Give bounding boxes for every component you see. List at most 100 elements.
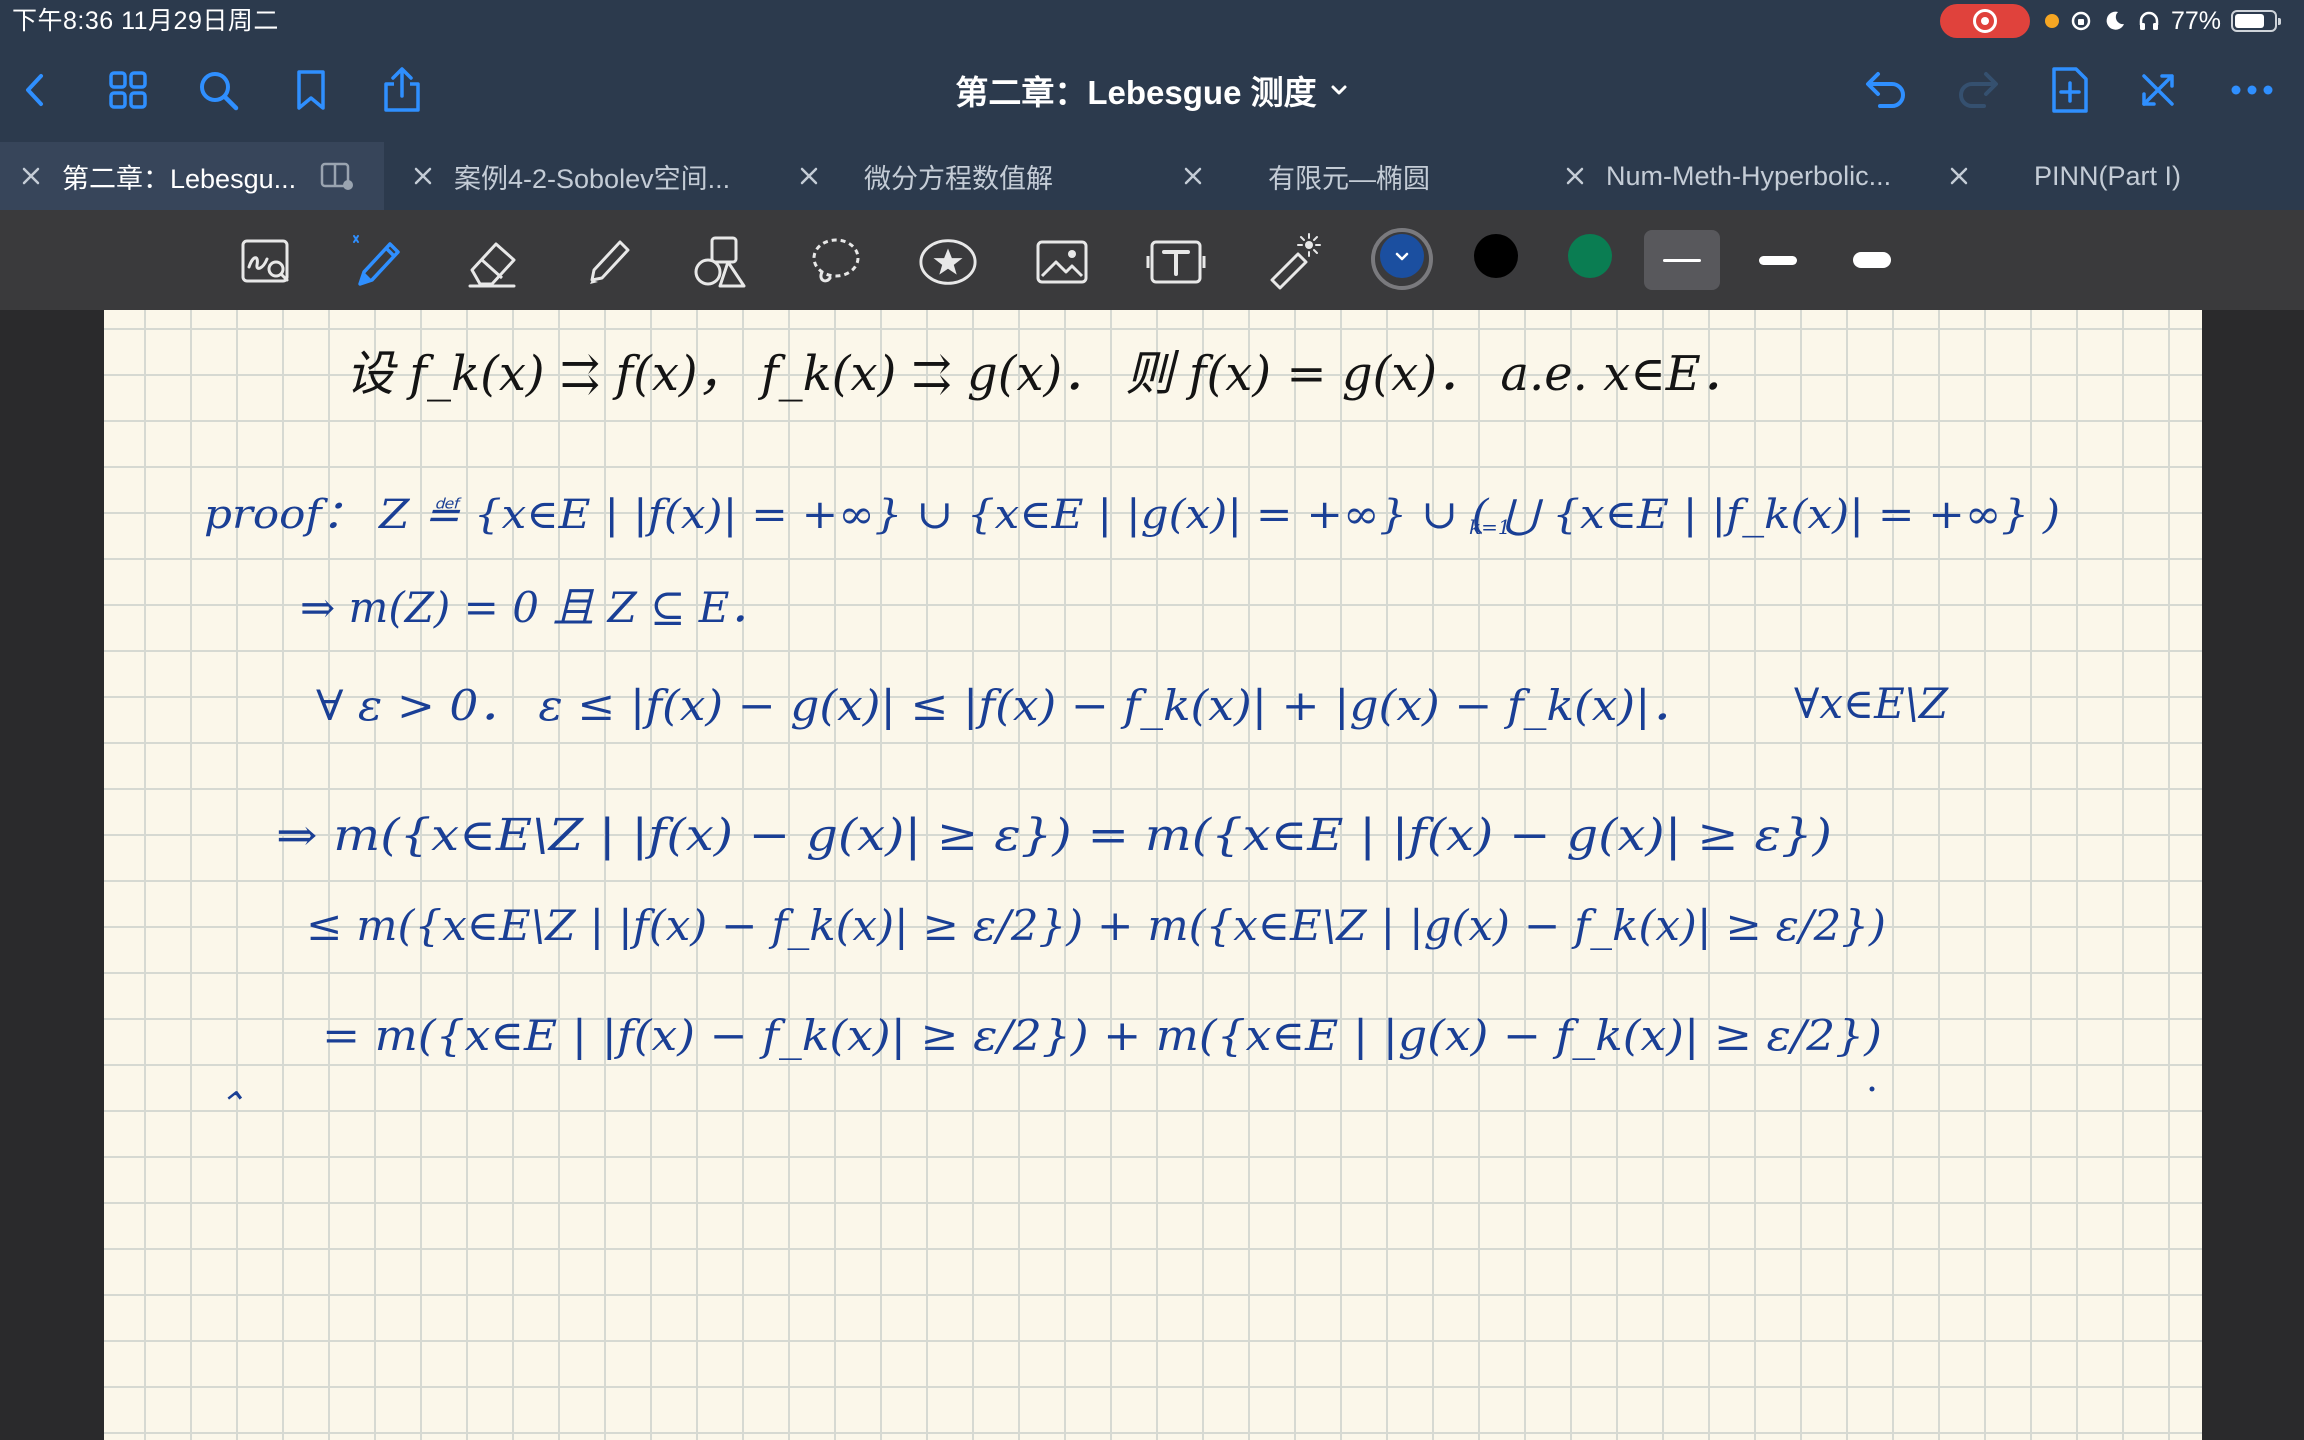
undo-icon bbox=[1866, 72, 1905, 108]
orientation-lock-icon bbox=[2071, 11, 2091, 31]
close-toolbar-icon bbox=[2142, 74, 2174, 106]
color-swatch-blue[interactable] bbox=[1380, 234, 1424, 278]
note-line-5: ⇒ m({x∈E\Z | |f(x) − g(x)| ≥ ε}) = m({x∈… bbox=[276, 810, 1832, 861]
note-line-1: 设 f_k(x) ⇉ f(x)， f_k(x) ⇉ g(x)． 则 f(x) =… bbox=[346, 346, 1749, 402]
search-button[interactable] bbox=[190, 62, 246, 118]
shapes-icon bbox=[694, 236, 746, 288]
handwriting-layer: 设 f_k(x) ⇉ f(x)， f_k(x) ⇉ g(x)． 则 f(x) =… bbox=[204, 346, 2060, 1125]
tab-5[interactable]: PINN(Part I) bbox=[1928, 142, 2304, 210]
headphones-icon bbox=[2139, 11, 2159, 30]
ink-dot bbox=[1869, 1086, 1875, 1092]
more-icon bbox=[2231, 85, 2273, 95]
lasso-tool[interactable] bbox=[806, 232, 866, 292]
document-title: 第二章：Lebesgue 测度 bbox=[955, 74, 1317, 111]
status-icons: 77% bbox=[2045, 4, 2282, 38]
note-line-7: = m({x∈E | |f(x) − f_k(x)| ≥ ε/2}) + m({… bbox=[322, 1011, 1882, 1060]
image-tool[interactable] bbox=[1032, 232, 1092, 292]
screen-recording-indicator[interactable] bbox=[1940, 4, 2030, 38]
stroke-width-medium[interactable] bbox=[1740, 230, 1816, 290]
highlighter-tool[interactable] bbox=[578, 232, 638, 292]
bookmark-button[interactable] bbox=[283, 62, 339, 118]
drawing-toolbar bbox=[0, 210, 2304, 310]
pen-tool[interactable] bbox=[346, 232, 406, 292]
search-icon bbox=[200, 72, 239, 111]
note-line-2: proof： Z ≝ {x∈E | |f(x)| = +∞} ∪ {x∈E | … bbox=[204, 492, 2060, 538]
tab-label: PINN(Part I) bbox=[2034, 160, 2182, 191]
tab-label: Num-Meth-Hyperbolic... bbox=[1606, 160, 1892, 191]
tab-2[interactable]: 微分方程数值解 bbox=[778, 142, 1158, 210]
text-icon bbox=[1146, 240, 1206, 284]
shapes-tool[interactable] bbox=[690, 232, 750, 292]
highlighter-icon bbox=[590, 240, 630, 284]
undo-button[interactable] bbox=[1858, 62, 1914, 118]
sticker-icon bbox=[919, 239, 977, 285]
tab-label: 有限元—椭圆 bbox=[1268, 163, 1430, 194]
lasso-icon bbox=[812, 238, 860, 283]
chevron-down-icon bbox=[1331, 85, 1347, 95]
note-page[interactable]: 设 f_k(x) ⇉ f(x)， f_k(x) ⇉ g(x)． 则 f(x) =… bbox=[104, 310, 2202, 1440]
note-line-4: ∀ ε > 0． ε ≤ |f(x) − g(x)| ≤ |f(x) − f_k… bbox=[316, 681, 1696, 730]
close-tab-icon[interactable] bbox=[798, 165, 820, 187]
close-tab-icon[interactable] bbox=[412, 165, 434, 187]
pen-icon bbox=[353, 235, 400, 286]
laser-pointer-icon bbox=[1270, 233, 1321, 290]
close-tab-icon[interactable] bbox=[1564, 165, 1586, 187]
tab-label: 案例4-2-Sobolev空间... bbox=[454, 163, 731, 194]
close-tab-icon[interactable] bbox=[1182, 165, 1204, 187]
battery-fill bbox=[2235, 14, 2265, 28]
share-icon bbox=[384, 67, 420, 112]
medium-line-icon bbox=[1759, 255, 1797, 265]
handwriting-zoom-icon bbox=[241, 239, 289, 283]
back-icon bbox=[26, 74, 43, 106]
battery-icon bbox=[2231, 10, 2282, 32]
record-icon bbox=[1973, 9, 1997, 33]
document-title-button[interactable]: 第二章：Lebesgue 测度 bbox=[840, 62, 1464, 118]
union-index: k=1 bbox=[1469, 515, 1511, 539]
color-swatch-green[interactable] bbox=[1568, 234, 1612, 278]
add-page-button[interactable] bbox=[2042, 62, 2098, 118]
thin-line-icon bbox=[1663, 258, 1701, 262]
note-line-8: ⌃ bbox=[216, 1085, 245, 1125]
note-line-4-domain: ∀x∈E\Z bbox=[1794, 679, 1949, 728]
top-header: 下午8:36 11月29日周二 77% 第二章：Lebesgue 测度 bbox=[0, 0, 2304, 142]
battery-percentage: 77% bbox=[2171, 7, 2222, 35]
sticker-tool[interactable] bbox=[918, 232, 978, 292]
tab-bar: 第二章：Lebesgu... 案例4-2-Sobolev空间... 微分方程数值… bbox=[0, 142, 2304, 210]
eraser-tool[interactable] bbox=[462, 232, 522, 292]
tab-4[interactable]: Num-Meth-Hyperbolic... bbox=[1544, 142, 1924, 210]
bookmark-icon bbox=[297, 70, 325, 110]
zoom-window-tool[interactable] bbox=[236, 232, 296, 292]
tab-label: 第二章：Lebesgu... bbox=[62, 163, 297, 194]
redo-icon bbox=[1959, 72, 1998, 108]
share-button[interactable] bbox=[374, 62, 430, 118]
back-button[interactable] bbox=[8, 62, 64, 118]
tab-0[interactable]: 第二章：Lebesgu... bbox=[0, 142, 384, 210]
grid-icon bbox=[109, 71, 147, 109]
chevron-down-icon bbox=[1395, 252, 1409, 261]
close-tab-icon[interactable] bbox=[20, 165, 42, 187]
image-icon bbox=[1036, 240, 1088, 284]
note-line-6: ≤ m({x∈E\Z | |f(x) − f_k(x)| ≥ ε/2}) + m… bbox=[306, 901, 1886, 950]
hide-toolbar-button[interactable] bbox=[2130, 62, 2186, 118]
stroke-width-thick[interactable] bbox=[1834, 230, 1910, 290]
text-tool[interactable] bbox=[1146, 232, 1206, 292]
eraser-icon bbox=[468, 242, 516, 288]
thick-line-icon bbox=[1853, 252, 1891, 268]
tab-label: 微分方程数值解 bbox=[864, 163, 1053, 194]
status-time: 下午8:36 11月29日周二 bbox=[12, 7, 279, 35]
thumbnails-button[interactable] bbox=[100, 62, 156, 118]
redo-button[interactable] bbox=[1950, 62, 2006, 118]
add-page-icon bbox=[2052, 67, 2088, 113]
split-view-icon[interactable] bbox=[320, 161, 354, 191]
close-tab-icon[interactable] bbox=[1948, 165, 1970, 187]
tab-1[interactable]: 案例4-2-Sobolev空间... bbox=[392, 142, 772, 210]
note-line-3: ⇒ m(Z) = 0 且 Z ⊆ E． bbox=[300, 583, 771, 632]
tab-3[interactable]: 有限元—椭圆 bbox=[1162, 142, 1542, 210]
color-swatch-black[interactable] bbox=[1474, 234, 1518, 278]
mic-in-use-indicator bbox=[2045, 14, 2059, 28]
more-button[interactable] bbox=[2224, 62, 2280, 118]
stroke-width-thin[interactable] bbox=[1644, 230, 1720, 290]
document-canvas[interactable]: 设 f_k(x) ⇉ f(x)， f_k(x) ⇉ g(x)． 则 f(x) =… bbox=[0, 310, 2304, 1440]
laser-pointer-tool[interactable] bbox=[1262, 232, 1322, 292]
do-not-disturb-icon bbox=[2106, 11, 2124, 30]
